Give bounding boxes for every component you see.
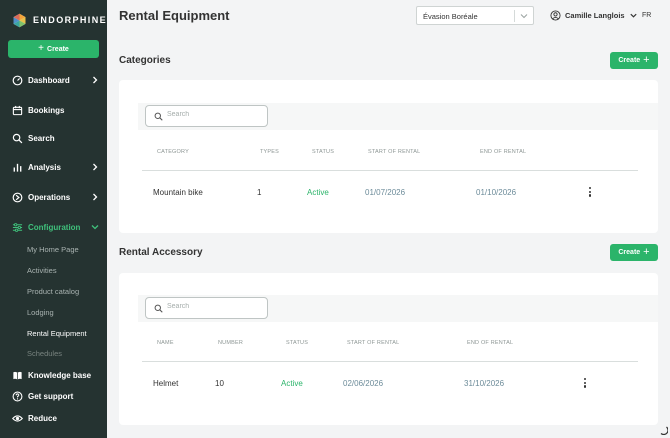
table-divider <box>142 170 638 171</box>
sidebar-item-knowledge-base[interactable]: Knowledge base <box>12 367 100 383</box>
cell-category: Mountain bike <box>153 188 203 197</box>
plus-icon: + <box>643 246 650 258</box>
sidebar-item-label: Bookings <box>28 105 65 115</box>
accessories-search-box[interactable] <box>145 297 268 319</box>
company-select[interactable]: Évasion Boréale <box>416 6 534 25</box>
column-header-end-of-rental[interactable]: END OF RENTAL <box>467 340 513 346</box>
sidebar-item-label: Reduce <box>28 413 57 423</box>
sidebar-subitem-rental-equipment[interactable]: Rental Equipment <box>27 329 87 338</box>
language-switch[interactable]: FR <box>642 12 651 19</box>
chevron-right-icon <box>93 163 98 171</box>
sidebar-item-bookings[interactable]: Bookings <box>12 102 100 118</box>
sidebar-item-label: Dashboard <box>28 75 70 85</box>
status-badge: Active <box>281 379 303 388</box>
sidebar-subitem-product-catalog[interactable]: Product catalog <box>27 287 79 296</box>
help-icon <box>12 391 23 402</box>
cell-types: 1 <box>257 188 262 197</box>
cell-start-of-rental: 02/06/2026 <box>343 379 384 388</box>
sidebar-subitem-activities[interactable]: Activities <box>27 266 57 275</box>
cell-number: 10 <box>215 379 224 388</box>
plus-icon: + <box>643 54 650 66</box>
column-header-status[interactable]: STATUS <box>286 340 308 346</box>
status-badge: Active <box>307 188 329 197</box>
sidebar-subitem-my-home-page[interactable]: My Home Page <box>27 245 79 254</box>
sidebar-item-dashboard[interactable]: Dashboard <box>12 72 100 88</box>
select-divider <box>514 10 515 22</box>
column-header-end-of-rental[interactable]: END OF RENTAL <box>480 149 526 155</box>
sidebar-item-label: Analysis <box>28 162 61 172</box>
categories-title: Categories <box>119 55 171 66</box>
user-menu[interactable]: Camille Langlois <box>550 10 638 21</box>
sidebar-item-get-support[interactable]: Get support <box>12 388 100 404</box>
column-header-start-of-rental[interactable]: START OF RENTAL <box>368 149 420 155</box>
column-header-start-of-rental[interactable]: START OF RENTAL <box>347 340 399 346</box>
column-header-status[interactable]: STATUS <box>312 149 334 155</box>
page-title: Rental Equipment <box>119 8 230 23</box>
sidebar-item-analysis[interactable]: Analysis <box>12 159 100 175</box>
sidebar-item-operations[interactable]: Operations <box>12 189 100 205</box>
search-icon <box>154 304 163 313</box>
user-name: Camille Langlois <box>565 11 625 20</box>
sidebar-item-label: Knowledge base <box>28 370 92 380</box>
column-header-name[interactable]: NAME <box>157 340 174 346</box>
accessories-create-button[interactable]: Create + <box>610 244 658 261</box>
endorphine-logo-icon <box>13 13 26 27</box>
chevron-down-icon <box>520 14 528 19</box>
create-label: Create <box>618 57 641 64</box>
sidebar-item-label: Search <box>28 133 55 143</box>
sidebar-item-reduce[interactable]: Reduce <box>12 410 100 426</box>
dashboard-icon <box>12 75 23 86</box>
sidebar-create-button[interactable]: + Create <box>8 40 99 58</box>
sidebar-item-configuration[interactable]: Configuration <box>12 219 100 235</box>
operations-icon <box>12 192 23 203</box>
table-divider <box>142 361 638 362</box>
create-label: Create <box>47 45 69 53</box>
accessories-card: NAME NUMBER STATUS START OF RENTAL END O… <box>119 273 658 425</box>
sidebar-item-search[interactable]: Search <box>12 130 100 146</box>
eye-icon <box>12 413 23 424</box>
user-avatar-icon <box>550 10 561 21</box>
search-icon <box>12 133 23 144</box>
brand-logo[interactable]: ENDORPHINE <box>12 11 107 29</box>
column-header-category[interactable]: CATEGORY <box>157 149 189 155</box>
chevron-down-icon <box>91 225 99 230</box>
sidebar: ENDORPHINE + Create Dashboard Bookings S… <box>0 0 107 438</box>
company-select-value: Évasion Boréale <box>423 12 478 21</box>
categories-card: CATEGORY TYPES STATUS START OF RENTAL EN… <box>119 80 658 233</box>
search-icon <box>154 112 163 121</box>
cell-end-of-rental: 01/10/2026 <box>476 188 517 197</box>
sidebar-subitem-schedules[interactable]: Schedules <box>27 349 62 356</box>
calendar-icon <box>12 105 23 116</box>
column-header-types[interactable]: TYPES <box>260 149 279 155</box>
plus-icon: + <box>38 43 45 54</box>
chevron-right-icon <box>93 76 98 84</box>
bar-chart-icon <box>12 162 23 173</box>
sidebar-item-label: Configuration <box>28 222 81 232</box>
column-header-number[interactable]: NUMBER <box>218 340 243 346</box>
create-label: Create <box>618 249 641 256</box>
sidebar-item-label: Operations <box>28 192 71 202</box>
sidebar-item-label: Get support <box>28 391 74 401</box>
categories-search-input[interactable] <box>167 111 263 118</box>
cell-name: Helmet <box>153 379 179 388</box>
row-actions-menu-icon[interactable] <box>582 378 588 390</box>
cell-start-of-rental: 01/07/2026 <box>365 188 406 197</box>
chevron-right-icon <box>93 193 98 201</box>
accessories-search-input[interactable] <box>167 303 263 310</box>
brand-name: ENDORPHINE <box>33 15 108 25</box>
categories-create-button[interactable]: Create + <box>610 52 658 69</box>
chevron-down-icon <box>629 13 637 18</box>
loading-spinner-icon <box>660 426 668 435</box>
row-actions-menu-icon[interactable] <box>587 187 593 199</box>
sidebar-subitem-lodging[interactable]: Lodging <box>27 308 54 317</box>
sliders-icon <box>12 222 23 233</box>
book-icon <box>12 370 23 381</box>
rental-accessory-title: Rental Accessory <box>119 247 203 258</box>
cell-end-of-rental: 31/10/2026 <box>464 379 505 388</box>
categories-search-box[interactable] <box>145 105 268 127</box>
